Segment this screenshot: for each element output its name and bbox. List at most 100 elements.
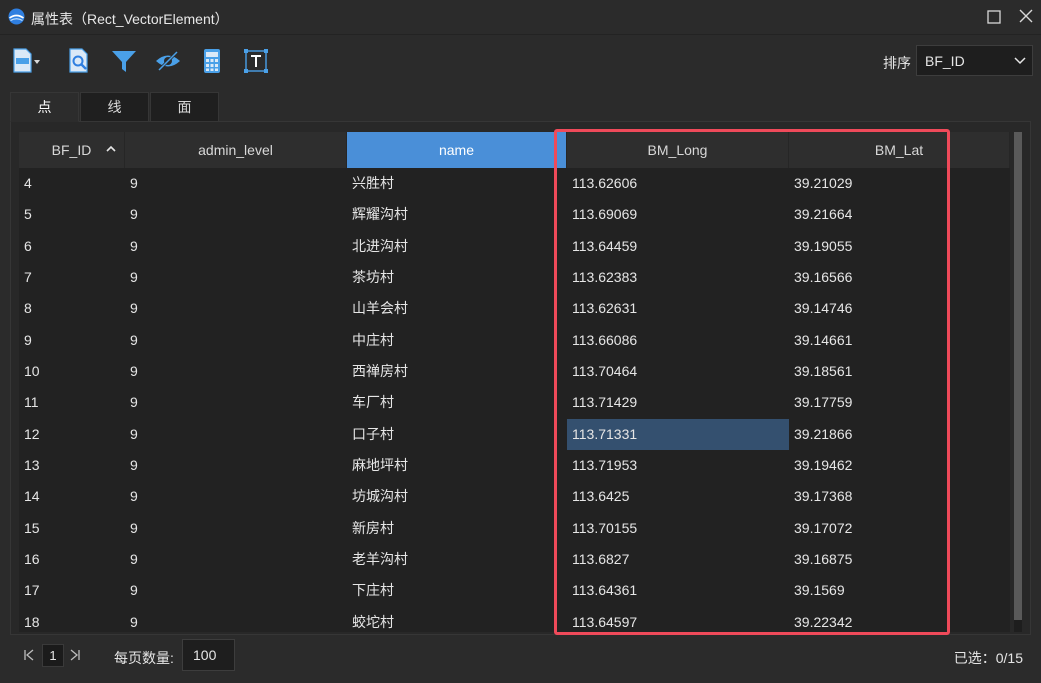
cell-admin-level[interactable]: 9 (125, 325, 347, 356)
cell-bf-id[interactable]: 10 (19, 356, 125, 387)
table-row[interactable]: 12 9 口子村 113.71331 39.21866 (19, 418, 1010, 450)
table-row[interactable]: 5 9 辉耀沟村 113.69069 39.21664 (19, 199, 1010, 230)
cell-admin-level[interactable]: 9 (125, 450, 347, 481)
cell-name[interactable]: 坊城沟村 (347, 481, 567, 512)
table-row[interactable]: 18 9 蛟坨村 113.64597 39.22342 (19, 607, 1010, 632)
table-row[interactable]: 10 9 西禅房村 113.70464 39.18561 (19, 356, 1010, 387)
cell-bm-long[interactable]: 113.64459 (567, 231, 789, 262)
column-header-bm-long[interactable]: BM_Long (567, 132, 789, 168)
cell-bm-long[interactable]: 113.71429 (567, 387, 789, 418)
scrollbar-thumb[interactable] (1014, 132, 1022, 620)
cell-bm-long[interactable]: 113.71953 (567, 450, 789, 481)
cell-name[interactable]: 北进沟村 (347, 231, 567, 262)
cell-name[interactable]: 山羊会村 (347, 293, 567, 324)
cell-admin-level[interactable]: 9 (125, 231, 347, 262)
cell-bm-long[interactable]: 113.6827 (567, 544, 789, 575)
cell-name[interactable]: 蛟坨村 (347, 607, 567, 632)
vertical-scrollbar[interactable] (1014, 132, 1022, 632)
column-header-bf-id[interactable]: BF_ID (19, 132, 125, 168)
cell-name[interactable]: 车厂村 (347, 387, 567, 418)
cell-bf-id[interactable]: 13 (19, 450, 125, 481)
table-row[interactable]: 17 9 下庄村 113.64361 39.1569 (19, 575, 1010, 606)
cell-name[interactable]: 下庄村 (347, 575, 567, 606)
cell-admin-level[interactable]: 9 (125, 199, 347, 230)
table-row[interactable]: 6 9 北进沟村 113.64459 39.19055 (19, 231, 1010, 262)
column-header-admin-level[interactable]: admin_level (125, 132, 347, 168)
export-csv-button[interactable] (10, 46, 40, 76)
column-header-name[interactable]: name (347, 132, 567, 168)
table-row[interactable]: 7 9 茶坊村 113.62383 39.16566 (19, 262, 1010, 293)
cell-bm-lat[interactable]: 39.19462 (789, 450, 1010, 481)
cell-bf-id[interactable]: 11 (19, 387, 125, 418)
table-row[interactable]: 13 9 麻地坪村 113.71953 39.19462 (19, 450, 1010, 481)
calculator-button[interactable] (197, 46, 227, 76)
maximize-button[interactable] (982, 6, 1006, 28)
tab-line[interactable]: 线 (80, 92, 149, 122)
cell-bm-long[interactable]: 113.66086 (567, 325, 789, 356)
cell-bm-long[interactable]: 113.69069 (567, 199, 789, 230)
cell-admin-level[interactable]: 9 (125, 356, 347, 387)
cell-bm-lat[interactable]: 39.14746 (789, 293, 1010, 324)
table-row[interactable]: 4 9 兴胜村 113.62606 39.21029 (19, 168, 1010, 199)
current-page[interactable]: 1 (42, 644, 64, 667)
cell-bm-long[interactable]: 113.62631 (567, 293, 789, 324)
close-button[interactable] (1014, 6, 1038, 28)
cell-bf-id[interactable]: 18 (19, 607, 125, 632)
cell-admin-level[interactable]: 9 (125, 575, 347, 606)
cell-bm-lat[interactable]: 39.21664 (789, 199, 1010, 230)
cell-admin-level[interactable]: 9 (125, 607, 347, 632)
cell-admin-level[interactable]: 9 (125, 262, 347, 293)
first-page-icon[interactable] (22, 648, 36, 662)
table-row[interactable]: 16 9 老羊沟村 113.6827 39.16875 (19, 544, 1010, 575)
cell-admin-level[interactable]: 9 (125, 387, 347, 418)
cell-bf-id[interactable]: 4 (19, 168, 125, 199)
cell-bm-lat[interactable]: 39.1569 (789, 575, 1010, 606)
cell-name[interactable]: 茶坊村 (347, 262, 567, 293)
cell-bf-id[interactable]: 9 (19, 325, 125, 356)
cell-bm-long[interactable]: 113.64597 (567, 607, 789, 632)
cell-bm-lat[interactable]: 39.17759 (789, 387, 1010, 418)
visibility-button[interactable] (153, 46, 183, 76)
table-row[interactable]: 14 9 坊城沟村 113.6425 39.17368 (19, 481, 1010, 512)
cell-bm-long[interactable]: 113.70155 (567, 513, 789, 544)
tab-point[interactable]: 点 (10, 92, 79, 122)
cell-admin-level[interactable]: 9 (125, 481, 347, 512)
cell-bm-lat[interactable]: 39.16875 (789, 544, 1010, 575)
cell-bf-id[interactable]: 12 (19, 419, 125, 450)
cell-admin-level[interactable]: 9 (125, 168, 347, 199)
cell-bm-long[interactable]: 113.70464 (567, 356, 789, 387)
text-label-button[interactable] (241, 46, 271, 76)
cell-bf-id[interactable]: 16 (19, 544, 125, 575)
cell-bm-long[interactable]: 113.6425 (567, 481, 789, 512)
cell-bf-id[interactable]: 17 (19, 575, 125, 606)
cell-name[interactable]: 老羊沟村 (347, 544, 567, 575)
cell-bf-id[interactable]: 15 (19, 513, 125, 544)
cell-name[interactable]: 辉耀沟村 (347, 199, 567, 230)
cell-bm-long[interactable]: 113.62383 (567, 262, 789, 293)
cell-name[interactable]: 新房村 (347, 513, 567, 544)
cell-bm-long[interactable]: 113.64361 (567, 575, 789, 606)
cell-bm-lat[interactable]: 39.18561 (789, 356, 1010, 387)
cell-bf-id[interactable]: 14 (19, 481, 125, 512)
table-row[interactable]: 15 9 新房村 113.70155 39.17072 (19, 513, 1010, 544)
cell-bm-lat[interactable]: 39.17072 (789, 513, 1010, 544)
filter-button[interactable] (109, 46, 139, 76)
cell-bm-lat[interactable]: 39.21866 (789, 419, 1010, 450)
cell-bf-id[interactable]: 7 (19, 262, 125, 293)
cell-bm-long[interactable]: 113.71331 (567, 418, 789, 450)
table-row[interactable]: 9 9 中庄村 113.66086 39.14661 (19, 325, 1010, 356)
cell-admin-level[interactable]: 9 (125, 513, 347, 544)
cell-bm-lat[interactable]: 39.16566 (789, 262, 1010, 293)
tab-polygon[interactable]: 面 (150, 92, 219, 122)
sort-select[interactable]: BF_ID (916, 45, 1033, 76)
cell-name[interactable]: 麻地坪村 (347, 450, 567, 481)
cell-bm-lat[interactable]: 39.19055 (789, 231, 1010, 262)
zoom-to-feature-button[interactable] (65, 46, 95, 76)
cell-name[interactable]: 中庄村 (347, 325, 567, 356)
cell-bf-id[interactable]: 8 (19, 293, 125, 324)
cell-bf-id[interactable]: 5 (19, 199, 125, 230)
cell-admin-level[interactable]: 9 (125, 419, 347, 450)
cell-bm-lat[interactable]: 39.22342 (789, 607, 1010, 632)
column-header-bm-lat[interactable]: BM_Lat (789, 132, 1010, 168)
last-page-icon[interactable] (68, 648, 82, 662)
